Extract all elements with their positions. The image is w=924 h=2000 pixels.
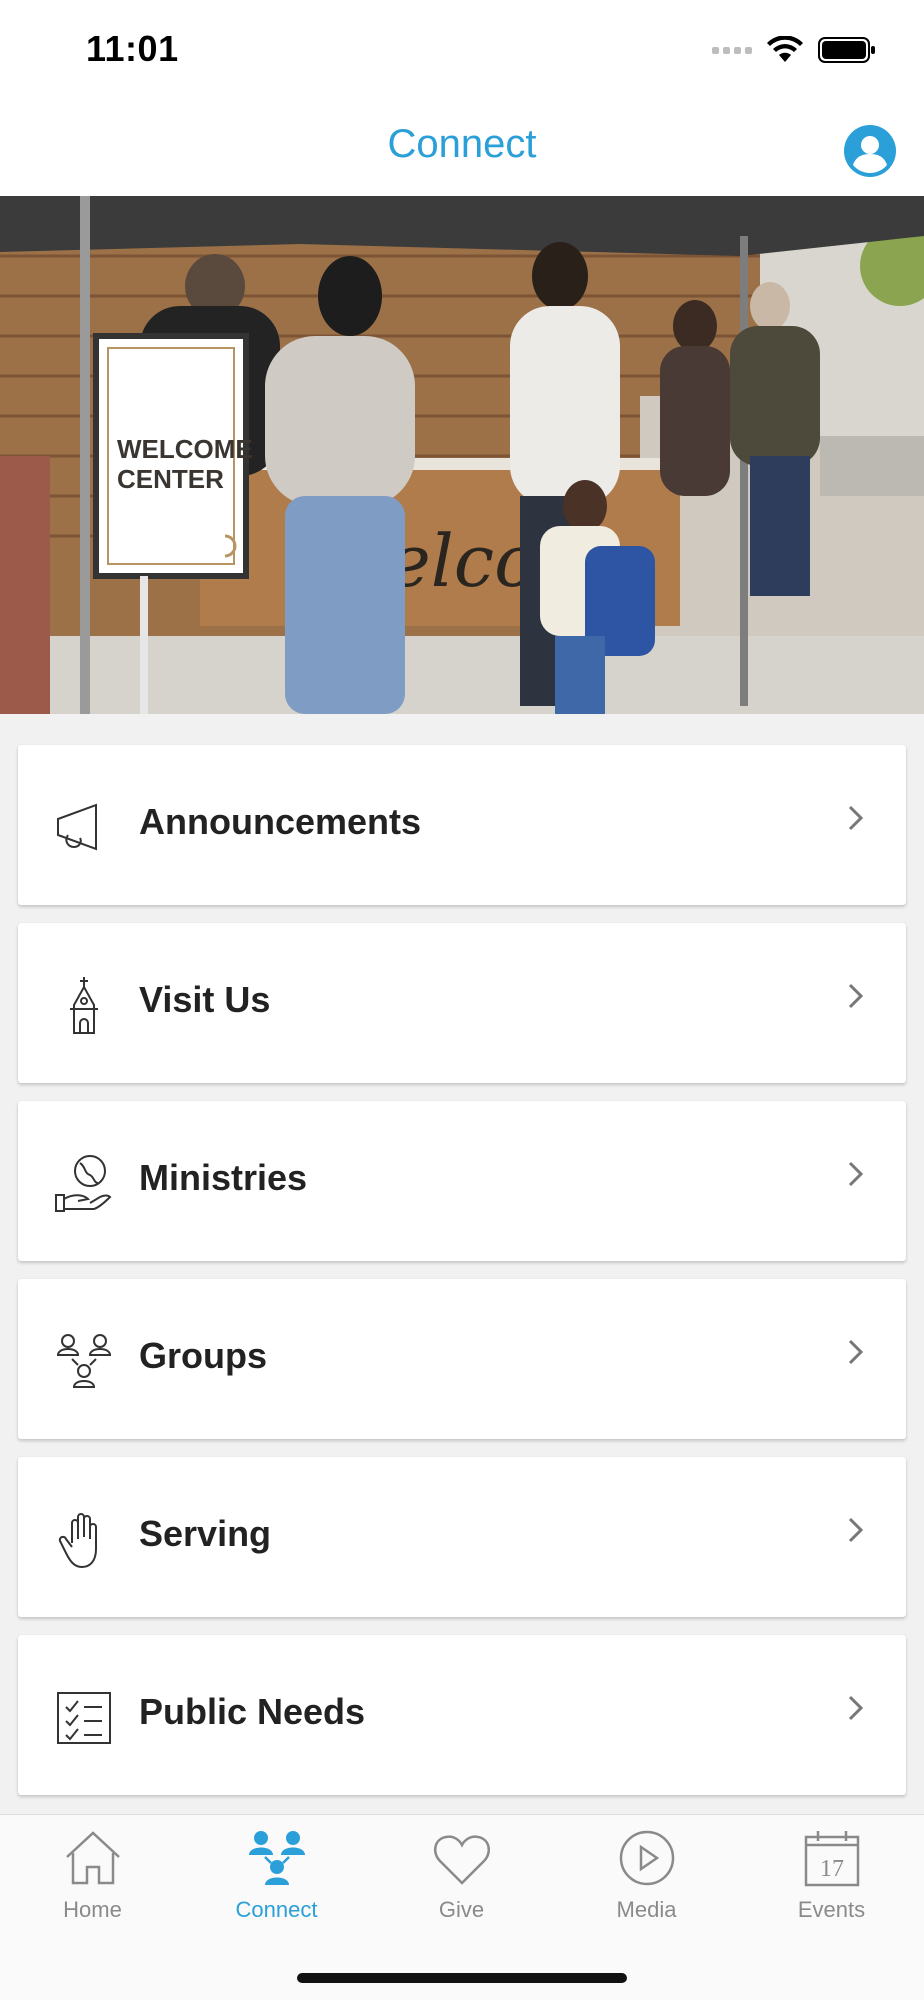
play-icon: [619, 1830, 674, 1886]
tab-home[interactable]: Home: [0, 1815, 185, 1935]
wifi-icon: [767, 36, 803, 62]
sign-text-line2: CENTER: [117, 464, 224, 494]
chevron-right-icon: [848, 1339, 864, 1365]
menu-item-label: Ministries: [139, 1157, 308, 1198]
menu-item-label: Groups: [139, 1335, 268, 1376]
tab-label: Home: [63, 1897, 122, 1922]
chevron-right-icon: [848, 1161, 864, 1187]
menu-item-label: Visit Us: [139, 979, 271, 1020]
people-icon: [248, 1831, 305, 1885]
cellular-signal-icon: [712, 46, 752, 54]
heart-icon: [433, 1835, 490, 1885]
menu-item-visit-us[interactable]: Visit Us: [18, 923, 906, 1083]
tab-label: Connect: [235, 1897, 318, 1922]
chevron-right-icon: [848, 1695, 864, 1721]
menu-item-label: Serving: [139, 1513, 272, 1554]
menu-item-announcements[interactable]: Announcements: [18, 745, 906, 905]
profile-button[interactable]: [844, 125, 896, 177]
tab-give[interactable]: Give: [369, 1815, 554, 1935]
user-circle-icon: [844, 125, 896, 177]
sign-text-line1: WELCOME: [117, 434, 253, 464]
status-time: 11:01: [86, 28, 179, 69]
tab-media[interactable]: Media: [554, 1815, 739, 1935]
menu-item-serving[interactable]: Serving: [18, 1457, 906, 1617]
home-icon: [65, 1831, 120, 1885]
chevron-right-icon: [848, 1517, 864, 1543]
welcome-center-photo: Welcome WELCOME CENTER: [0, 196, 924, 714]
checklist-icon: [57, 1692, 111, 1744]
connect-menu-list: Announcements Visit Us Ministries Groups…: [0, 714, 924, 1814]
menu-item-label: Public Needs: [139, 1691, 366, 1732]
tab-label: Media: [616, 1897, 677, 1922]
status-icons: [712, 36, 876, 64]
chevron-right-icon: [848, 805, 864, 831]
megaphone-icon: [57, 803, 97, 851]
menu-item-groups[interactable]: Groups: [18, 1279, 906, 1439]
chevron-right-icon: [848, 983, 864, 1009]
tab-label: Give: [438, 1897, 485, 1922]
home-indicator: [297, 1973, 627, 1983]
menu-item-ministries[interactable]: Ministries: [18, 1101, 906, 1261]
hero-image: Welcome WELCOME CENTER: [0, 196, 924, 714]
group-icon: [56, 1334, 112, 1388]
battery-icon: [818, 37, 875, 63]
status-bar: 11:01: [0, 0, 924, 100]
page-title: Connect: [387, 122, 537, 166]
tab-label: Events: [797, 1897, 866, 1922]
calendar-date: 17: [820, 1856, 844, 1882]
hand-globe-icon: [55, 1155, 112, 1212]
church-icon: [70, 977, 98, 1034]
header: Connect: [0, 100, 924, 196]
tab-connect[interactable]: Connect: [184, 1815, 369, 1935]
tab-events[interactable]: 17 Events: [739, 1815, 924, 1935]
menu-item-public-needs[interactable]: Public Needs: [18, 1635, 906, 1795]
menu-item-label: Announcements: [139, 801, 422, 842]
calendar-icon: 17: [804, 1831, 859, 1887]
hand-icon: [58, 1513, 97, 1569]
